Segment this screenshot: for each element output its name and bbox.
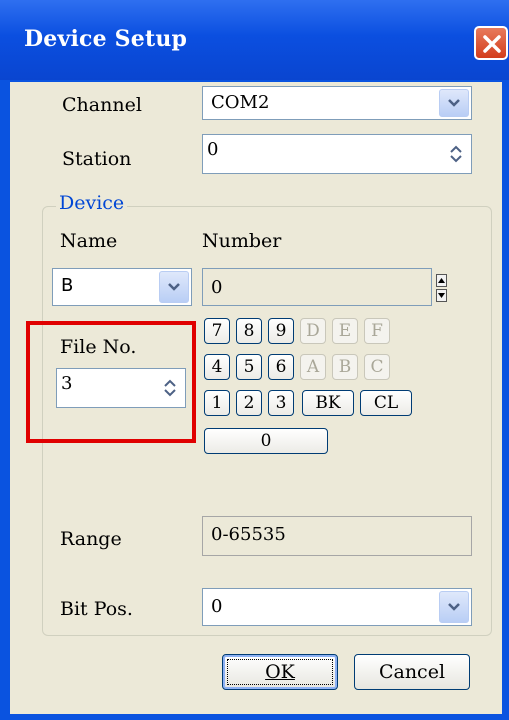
range-value: 0-65535 xyxy=(211,524,286,545)
ok-button[interactable]: OK xyxy=(222,654,338,690)
bit-pos-label: Bit Pos. xyxy=(60,598,133,620)
key-0[interactable]: 0 xyxy=(204,428,328,454)
range-field: 0-65535 xyxy=(202,516,472,556)
station-label: Station xyxy=(62,148,132,170)
cancel-button[interactable]: Cancel xyxy=(354,654,470,690)
cancel-button-label: Cancel xyxy=(378,661,446,683)
key-5[interactable]: 5 xyxy=(236,354,262,380)
close-icon xyxy=(483,35,501,53)
key-4[interactable]: 4 xyxy=(204,354,230,380)
key-9[interactable]: 9 xyxy=(268,318,294,344)
key-backspace[interactable]: BK xyxy=(302,390,354,416)
arrow-up-icon xyxy=(438,278,445,283)
station-field[interactable]: 0 xyxy=(202,134,472,174)
number-value: 0 xyxy=(211,277,223,298)
key-b[interactable]: B xyxy=(332,354,358,380)
station-spinner[interactable] xyxy=(443,137,469,171)
close-button[interactable] xyxy=(474,26,508,60)
key-f[interactable]: F xyxy=(364,318,390,344)
chevron-down-icon xyxy=(448,99,460,107)
key-3[interactable]: 3 xyxy=(268,390,294,416)
channel-label: Channel xyxy=(62,94,142,116)
name-label: Name xyxy=(60,230,118,252)
name-select[interactable]: B xyxy=(52,268,192,306)
device-group-label: Device xyxy=(56,192,128,214)
channel-dropdown-button[interactable] xyxy=(439,89,469,117)
channel-select[interactable]: COM2 xyxy=(202,86,472,120)
range-label: Range xyxy=(60,528,122,550)
focus-rect xyxy=(227,659,333,685)
key-8[interactable]: 8 xyxy=(236,318,262,344)
bit-pos-value: 0 xyxy=(211,596,223,617)
title-bar[interactable]: Device Setup xyxy=(0,0,509,80)
key-c[interactable]: C xyxy=(364,354,390,380)
number-field[interactable]: 0 xyxy=(202,268,432,306)
arrow-down-icon xyxy=(438,293,445,298)
channel-value: COM2 xyxy=(211,92,270,113)
chevron-down-icon xyxy=(448,603,460,611)
bit-pos-select[interactable]: 0 xyxy=(202,588,472,626)
number-up-button[interactable] xyxy=(436,274,447,287)
number-label: Number xyxy=(202,230,282,252)
key-6[interactable]: 6 xyxy=(268,354,294,380)
chevron-down-icon xyxy=(168,283,180,291)
key-1[interactable]: 1 xyxy=(204,390,230,416)
key-d[interactable]: D xyxy=(300,318,326,344)
window-title: Device Setup xyxy=(24,26,188,52)
bit-pos-dropdown-button[interactable] xyxy=(439,591,469,623)
key-7[interactable]: 7 xyxy=(204,318,230,344)
dialog-window: Device Setup Channel COM2 Station 0 Devi… xyxy=(0,0,509,720)
number-down-button[interactable] xyxy=(436,289,447,302)
key-a[interactable]: A xyxy=(300,354,326,380)
spin-up-down-icon xyxy=(450,145,462,163)
dialog-client-area: Channel COM2 Station 0 Device Name Numbe… xyxy=(10,82,502,714)
name-dropdown-button[interactable] xyxy=(159,271,189,303)
station-value: 0 xyxy=(207,139,219,160)
name-value: B xyxy=(61,275,74,296)
key-clear[interactable]: CL xyxy=(360,390,412,416)
highlight-box xyxy=(26,321,196,443)
key-2[interactable]: 2 xyxy=(236,390,262,416)
key-e[interactable]: E xyxy=(332,318,358,344)
